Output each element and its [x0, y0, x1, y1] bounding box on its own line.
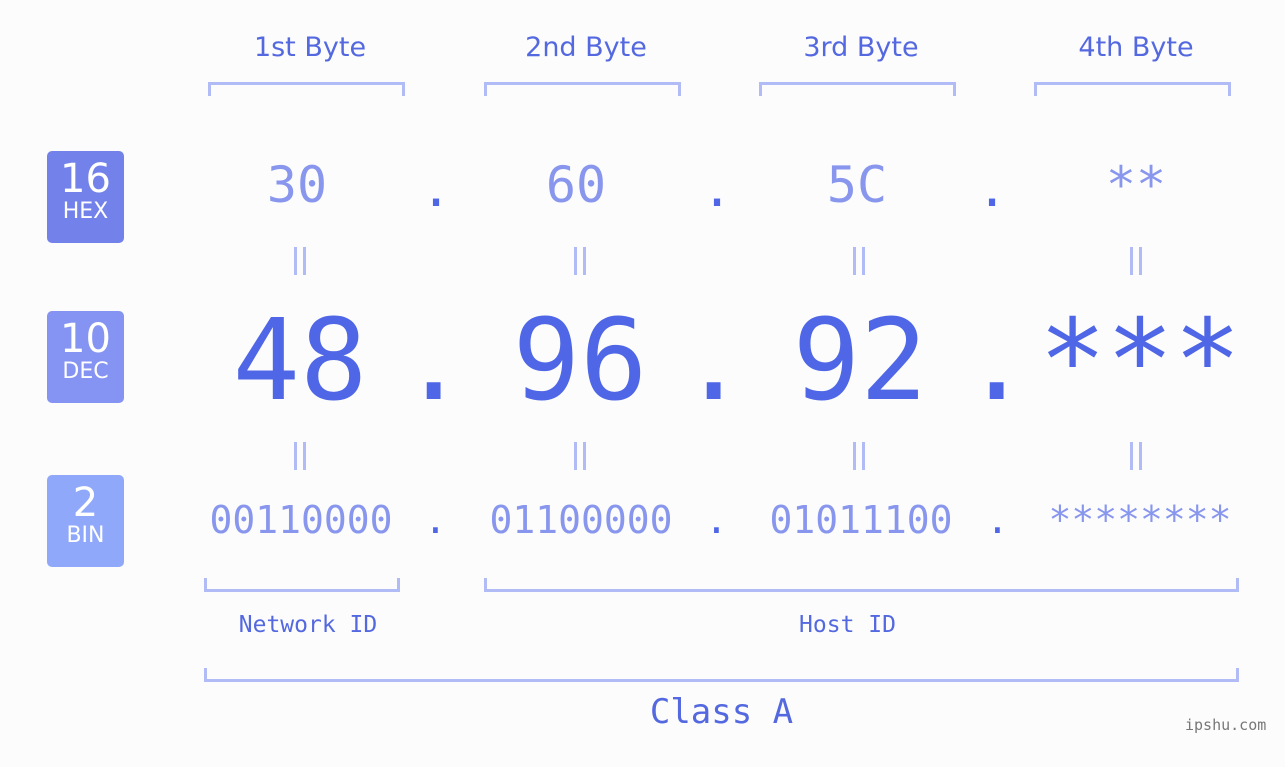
hex-byte-4: ** [1105, 156, 1167, 214]
equals-icon [294, 247, 306, 275]
hex-separator: . [421, 160, 452, 218]
dec-byte-4: *** [1038, 296, 1242, 426]
byte-bracket-2 [484, 82, 681, 96]
hex-byte-2: 60 [545, 156, 607, 214]
hex-base: 16 [60, 156, 111, 202]
byte-bracket-1 [208, 82, 405, 96]
bin-byte-1: 00110000 [209, 498, 393, 542]
hex-byte-3: 5C [826, 156, 888, 214]
dec-byte-1: 48 [232, 296, 368, 426]
dec-base: 10 [60, 316, 111, 362]
equals-icon [1130, 442, 1142, 470]
bin-byte-4: ******** [1048, 498, 1232, 542]
bin-byte-2: 01100000 [489, 498, 673, 542]
class-bracket [204, 668, 1239, 682]
dec-label: DEC [62, 359, 109, 384]
watermark: ipshu.com [1185, 716, 1267, 734]
dec-separator: . [400, 296, 468, 426]
bin-base: 2 [72, 480, 99, 526]
byte-bracket-3 [759, 82, 956, 96]
network-id-bracket [204, 578, 400, 592]
host-id-bracket [484, 578, 1239, 592]
byte-header-2: 2nd Byte [525, 32, 647, 63]
hex-byte-1: 30 [266, 156, 328, 214]
equals-icon [1130, 247, 1142, 275]
bin-separator: . [705, 498, 728, 542]
dec-badge: 10 DEC [47, 311, 124, 403]
bin-separator: . [986, 498, 1009, 542]
byte-header-3: 3rd Byte [803, 32, 919, 63]
bin-byte-3: 01011100 [769, 498, 953, 542]
dec-separator: . [680, 296, 748, 426]
hex-badge: 16 HEX [47, 151, 124, 243]
byte-header-1: 1st Byte [253, 32, 367, 63]
bin-separator: . [424, 498, 447, 542]
equals-icon [853, 442, 865, 470]
equals-icon [574, 442, 586, 470]
dec-separator: . [963, 296, 1031, 426]
byte-bracket-4 [1034, 82, 1231, 96]
dec-byte-3: 92 [792, 296, 928, 426]
ip-class-label: Class A [649, 692, 794, 732]
bin-badge: 2 BIN [47, 475, 124, 567]
hex-separator: . [977, 160, 1008, 218]
byte-header-4: 4th Byte [1078, 32, 1194, 63]
equals-icon [853, 247, 865, 275]
equals-icon [294, 442, 306, 470]
equals-icon [574, 247, 586, 275]
dec-byte-2: 96 [512, 296, 648, 426]
bin-label: BIN [66, 523, 105, 548]
hex-label: HEX [62, 199, 109, 224]
network-id-label: Network ID [238, 612, 378, 638]
hex-separator: . [702, 160, 733, 218]
host-id-label: Host ID [799, 612, 896, 638]
